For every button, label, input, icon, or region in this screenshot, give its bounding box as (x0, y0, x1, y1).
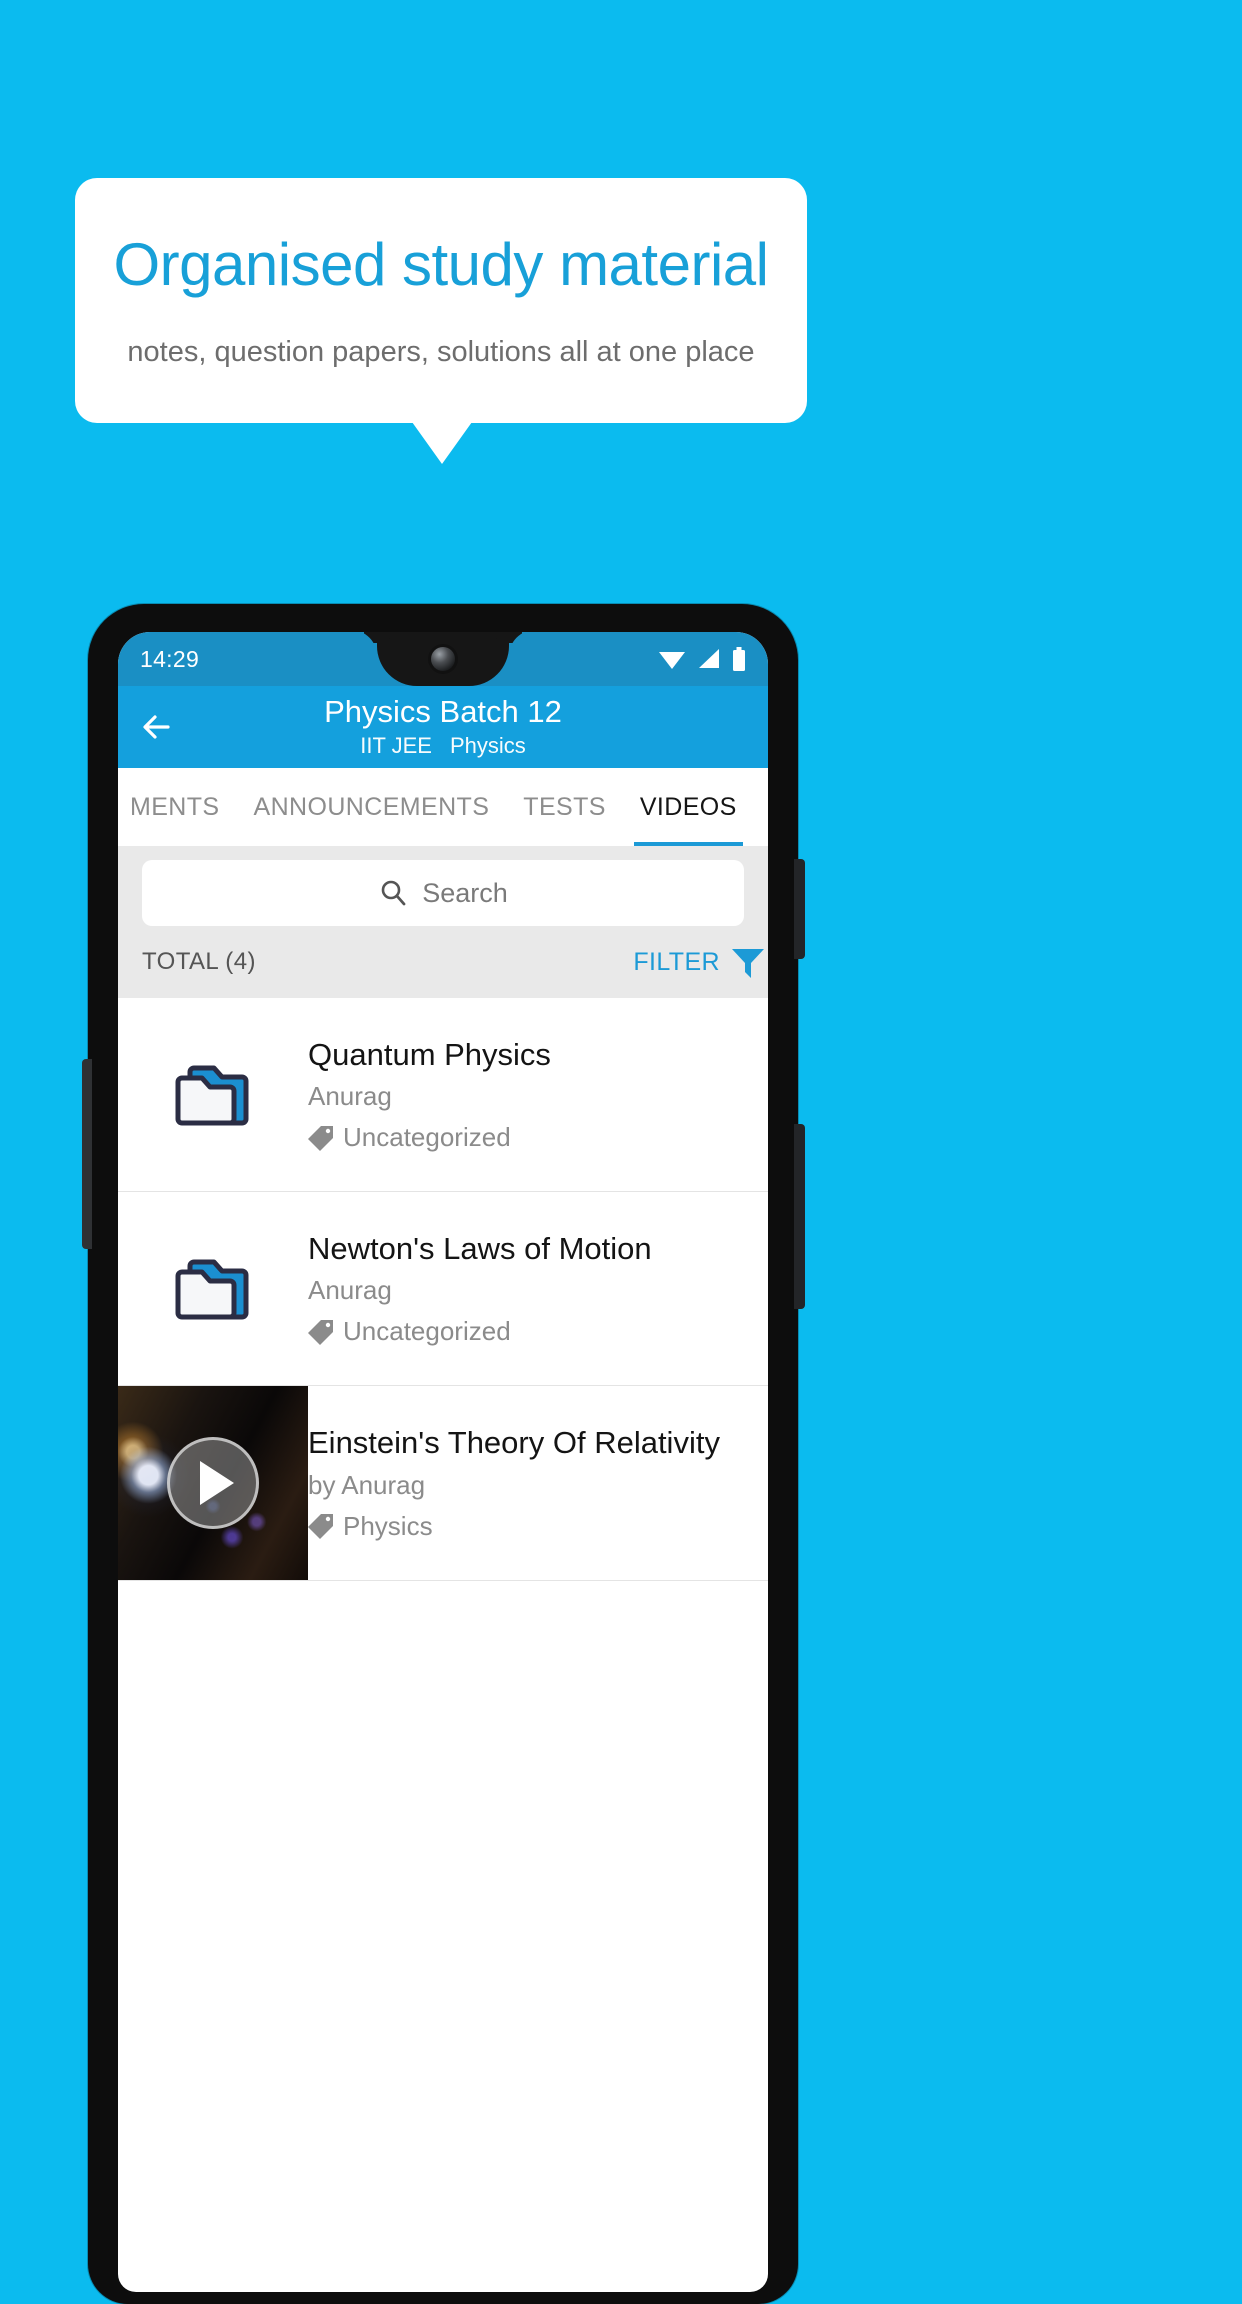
filter-funnel-icon (732, 949, 764, 978)
tab-bar: MENTS ANNOUNCEMENTS TESTS VIDEOS (118, 768, 768, 846)
phone-side-button-left[interactable] (82, 1059, 92, 1249)
tag-icon (308, 1125, 333, 1151)
search-input[interactable]: Search (142, 860, 744, 926)
battery-icon (733, 647, 745, 671)
video-list: Quantum Physics Anurag Uncategorized New… (118, 998, 768, 1581)
tab-tests[interactable]: TESTS (523, 768, 606, 846)
callout-tail (412, 422, 472, 464)
video-thumbnail[interactable] (118, 1386, 308, 1580)
row-body: Newton's Laws of Motion Anurag Uncategor… (308, 1230, 768, 1347)
phone-screen: 14:29 Physics Batch 12 IIT JEE Physics M… (118, 632, 768, 2292)
tag-icon (308, 1319, 333, 1345)
wifi-icon (659, 652, 685, 669)
back-arrow-icon[interactable] (136, 705, 180, 749)
play-triangle (200, 1461, 234, 1505)
search-icon (381, 880, 406, 906)
promo-callout: Organised study material notes, question… (75, 178, 807, 423)
status-time: 14:29 (140, 645, 200, 672)
item-author: Anurag (308, 1275, 392, 1306)
row-icon-cell (118, 1058, 308, 1132)
item-tag-label: Uncategorized (343, 1316, 511, 1347)
item-author: Anurag (308, 1081, 392, 1112)
signal-icon (699, 649, 719, 668)
page-title: Physics Batch 12 (324, 694, 562, 729)
filter-button[interactable]: FILTER (633, 942, 768, 982)
filter-label: FILTER (633, 947, 720, 976)
item-tag-label: Physics (343, 1510, 433, 1541)
item-tag: Uncategorized (308, 1316, 752, 1347)
tab-assignments[interactable]: MENTS (130, 768, 220, 846)
status-icons (658, 647, 746, 671)
item-title: Einstein's Theory Of Relativity (308, 1425, 720, 1461)
breadcrumb-exam: IIT JEE (360, 732, 432, 758)
search-area: Search (118, 846, 768, 926)
breadcrumb: IIT JEE Physics (118, 733, 768, 759)
list-item[interactable]: Newton's Laws of Motion Anurag Uncategor… (118, 1192, 768, 1386)
item-title: Newton's Laws of Motion (308, 1230, 652, 1266)
item-tag: Uncategorized (308, 1122, 752, 1153)
list-item[interactable]: Einstein's Theory Of Relativity by Anura… (118, 1386, 768, 1581)
phone-volume-button[interactable] (794, 1124, 805, 1309)
promo-subtitle: notes, question papers, solutions all at… (127, 335, 755, 368)
status-bar: 14:29 (118, 632, 768, 686)
item-author: by Anurag (308, 1469, 426, 1500)
phone-power-button[interactable] (794, 859, 805, 959)
breadcrumb-subject: Physics (449, 732, 526, 758)
row-icon-cell (118, 1252, 308, 1326)
row-body: Einstein's Theory Of Relativity by Anura… (308, 1424, 768, 1541)
list-meta-row: TOTAL (4) FILTER (118, 926, 768, 998)
tag-icon (308, 1514, 333, 1540)
item-tag-label: Uncategorized (343, 1122, 511, 1153)
total-count-label: TOTAL (4) (142, 948, 256, 975)
folder-icon (175, 1065, 249, 1125)
item-tag: Physics (308, 1511, 752, 1542)
display-notch (377, 632, 509, 686)
phone-device: 14:29 Physics Batch 12 IIT JEE Physics M… (82, 604, 805, 2304)
tab-videos[interactable]: VIDEOS (633, 768, 743, 846)
app-bar: Physics Batch 12 IIT JEE Physics (118, 686, 768, 768)
list-item[interactable]: Quantum Physics Anurag Uncategorized (118, 998, 768, 1192)
item-title: Quantum Physics (308, 1036, 551, 1072)
front-camera-icon (431, 647, 455, 671)
folder-icon (175, 1259, 249, 1319)
app-bar-titles: Physics Batch 12 IIT JEE Physics (118, 694, 768, 759)
tab-announcements[interactable]: ANNOUNCEMENTS (254, 768, 490, 846)
play-icon[interactable] (167, 1437, 259, 1529)
promo-title: Organised study material (113, 230, 769, 298)
search-placeholder: Search (422, 877, 508, 908)
row-body: Quantum Physics Anurag Uncategorized (308, 1036, 768, 1153)
